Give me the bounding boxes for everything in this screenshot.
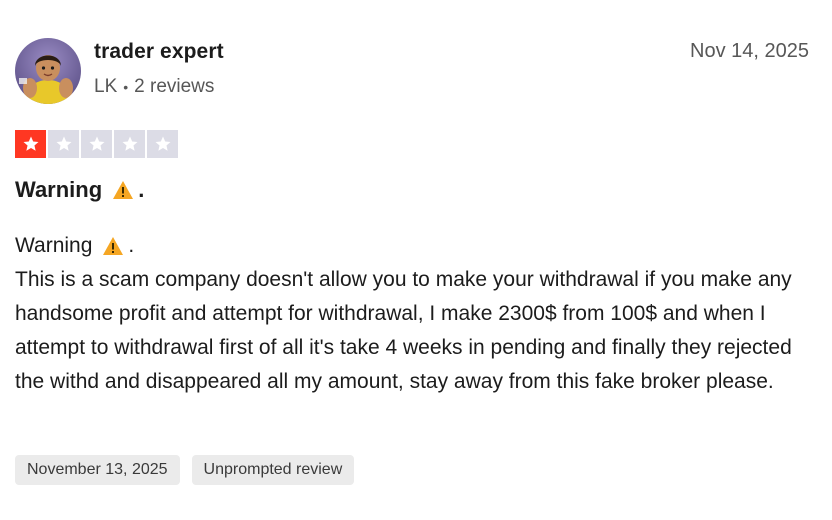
review-body-heading-text: Warning: [15, 234, 93, 257]
reviewer-country: LK: [94, 76, 118, 97]
review-title-text: Warning: [15, 177, 103, 202]
review-title[interactable]: Warning .: [15, 177, 144, 203]
warning-icon: [103, 237, 124, 255]
review-body-heading-suffix: .: [128, 234, 135, 257]
reviewer-name[interactable]: trader expert: [94, 40, 224, 64]
review-body-heading: Warning .: [15, 229, 815, 263]
review-title-suffix: .: [138, 177, 145, 202]
reviewer-meta: LK • 2 reviews: [94, 76, 214, 98]
meta-separator: •: [123, 79, 129, 95]
star-icon: [147, 130, 178, 158]
star-icon: [15, 130, 46, 158]
review-body-text: This is a scam company doesn't allow you…: [15, 268, 792, 393]
warning-icon: [113, 181, 134, 199]
reviewer-avatar[interactable]: [15, 38, 81, 104]
review-tags: November 13, 2025 Unprompted review: [15, 455, 355, 485]
review-date: Nov 14, 2025: [690, 40, 809, 62]
star-icon: [114, 130, 145, 158]
review-body: Warning . This is a scam company doesn't…: [15, 229, 815, 399]
star-icon: [48, 130, 79, 158]
star-icon: [81, 130, 112, 158]
reviewer-review-count: 2 reviews: [134, 76, 215, 97]
review-type-tag[interactable]: Unprompted review: [191, 455, 355, 485]
experience-date-tag: November 13, 2025: [15, 455, 180, 485]
review-card: trader expert LK • 2 reviews Nov 14, 202…: [0, 0, 832, 520]
star-rating: [15, 130, 178, 158]
avatar-photo-icon: [15, 38, 81, 104]
